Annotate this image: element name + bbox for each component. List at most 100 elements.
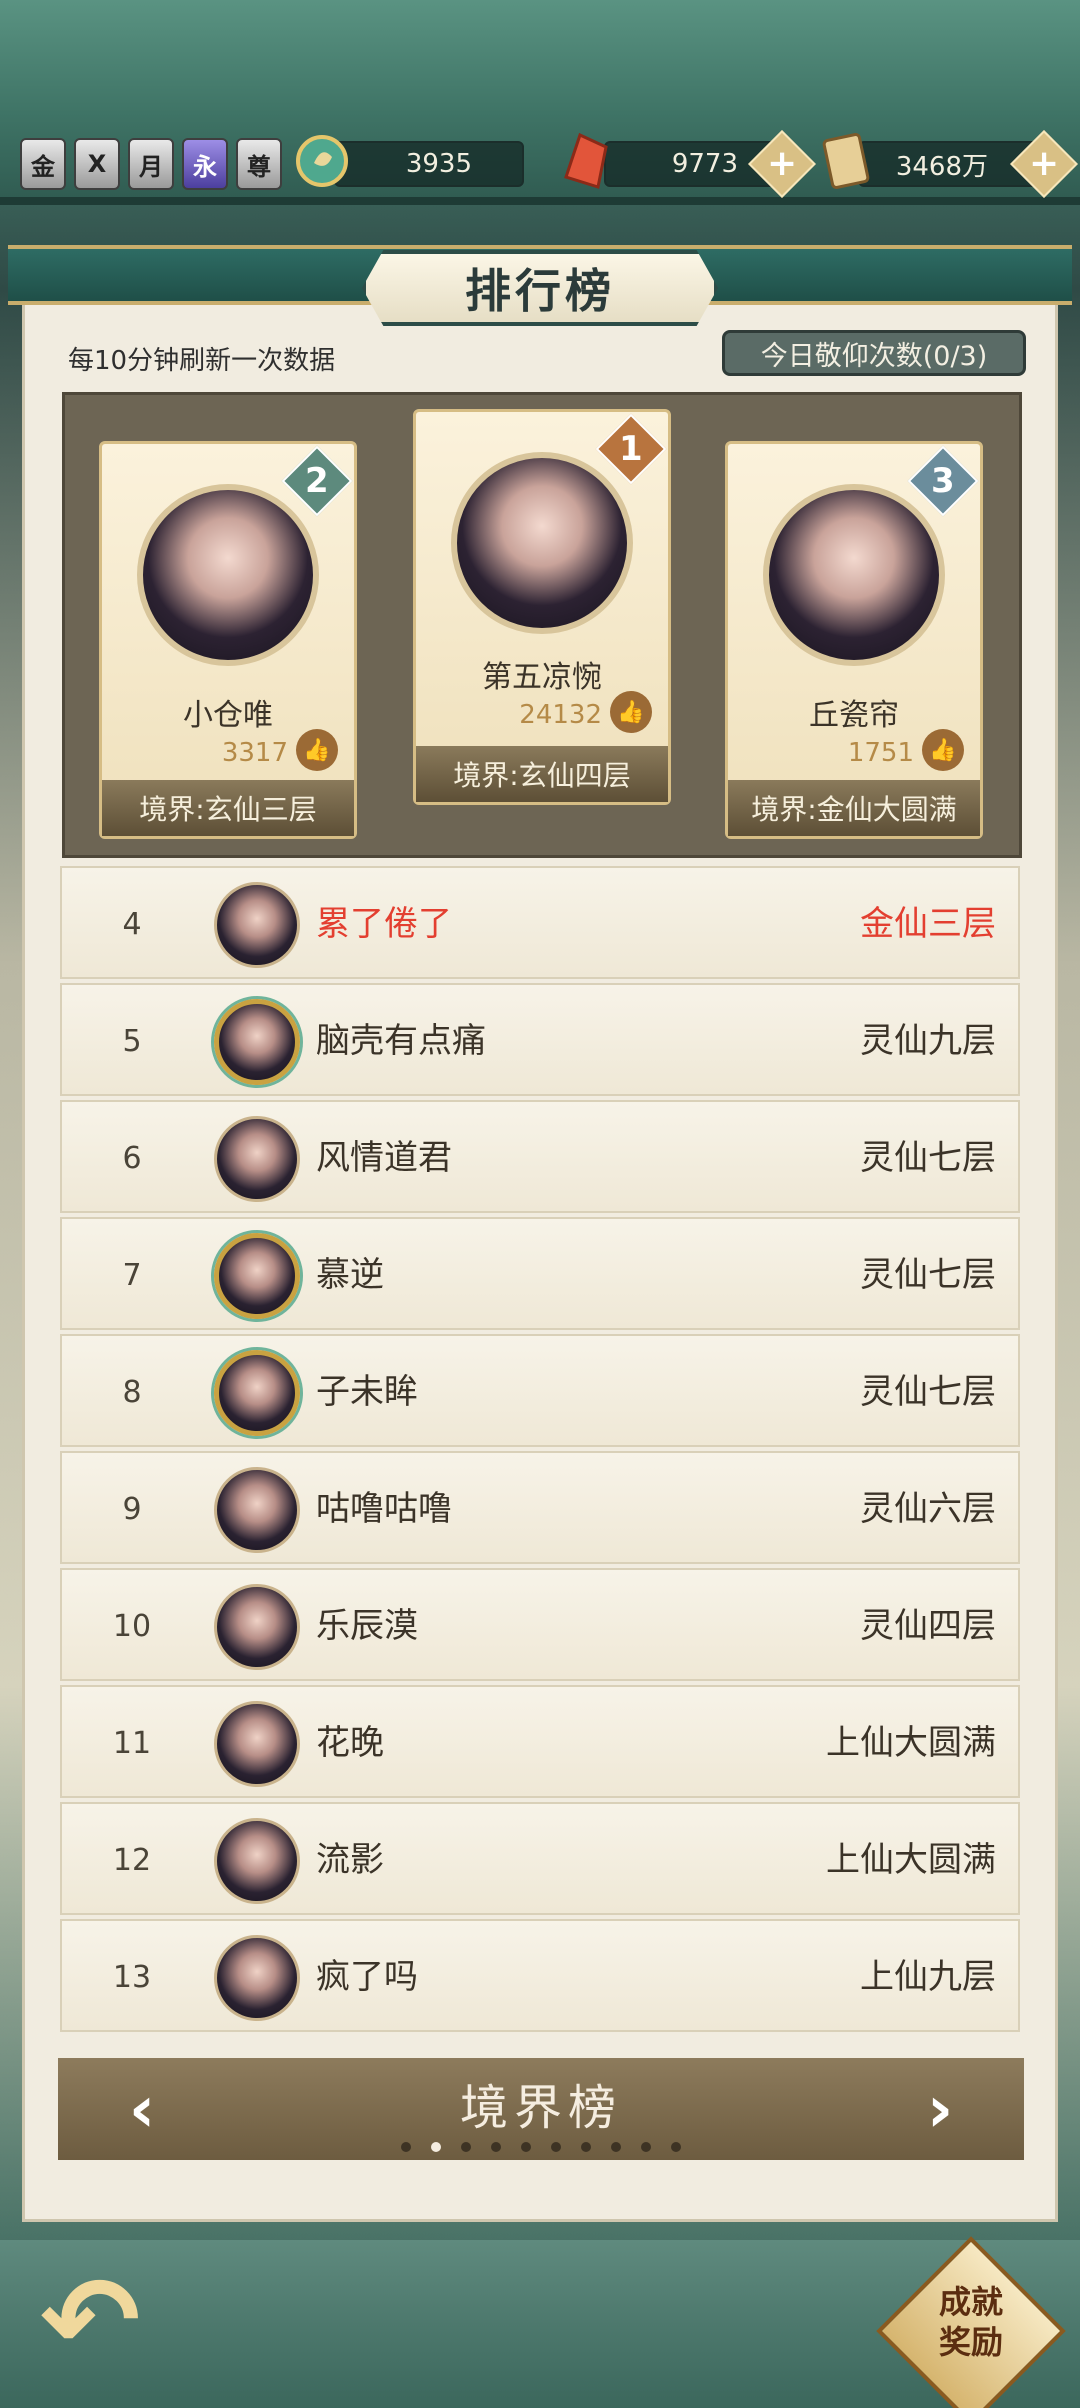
row-rank: 11 — [112, 1726, 152, 1761]
avatar — [137, 484, 319, 666]
row-rank: 9 — [122, 1492, 142, 1527]
row-realm: 灵仙六层 — [860, 1489, 996, 1529]
ranking-row[interactable]: 11 花晚 上仙大圆满 — [60, 1685, 1020, 1798]
jade-icon — [292, 128, 352, 194]
page-dot — [641, 2142, 651, 2152]
avatar — [214, 882, 300, 968]
row-rank: 13 — [112, 1960, 152, 1995]
row-rank: 4 — [122, 907, 142, 942]
row-realm: 灵仙九层 — [860, 1021, 996, 1061]
title-plate: 排行榜 — [362, 250, 718, 326]
avatar — [214, 1935, 300, 2021]
ranking-row[interactable]: 12 流影 上仙大圆满 — [60, 1802, 1020, 1915]
page-dot — [671, 2142, 681, 2152]
row-player-name: 流影 — [316, 1840, 384, 1880]
achievement-reward-label: 成就 奖励 — [938, 2283, 1003, 2361]
avatar — [214, 1584, 300, 1670]
refresh-note: 每10分钟刷新一次数据 — [68, 346, 336, 376]
row-player-name: 累了倦了 — [316, 904, 452, 944]
player-realm: 境界:玄仙三层 — [102, 780, 354, 836]
like-count: 1751 — [847, 738, 914, 768]
page-dot — [611, 2142, 621, 2152]
row-realm: 灵仙四层 — [860, 1606, 996, 1646]
row-realm: 金仙三层 — [860, 904, 996, 944]
podium-card-1[interactable]: 1 第五凉惋 24132 👍 境界:玄仙四层 — [413, 409, 671, 805]
avatar — [214, 1467, 300, 1553]
thumbs-up-icon[interactable]: 👍 — [296, 729, 338, 771]
ranking-row[interactable]: 13 疯了吗 上仙九层 — [60, 1919, 1020, 2032]
row-realm: 上仙大圆满 — [826, 1723, 996, 1763]
row-rank: 7 — [122, 1258, 142, 1293]
page-dot — [581, 2142, 591, 2152]
row-rank: 6 — [122, 1141, 142, 1176]
worship-count-button[interactable]: 今日敬仰次数(0/3) — [722, 330, 1026, 376]
row-realm: 灵仙七层 — [860, 1372, 996, 1412]
player-name: 小仓唯 — [183, 698, 273, 733]
row-realm: 上仙大圆满 — [826, 1840, 996, 1880]
row-player-name: 脑壳有点痛 — [316, 1021, 486, 1061]
badge-gold[interactable]: 金 — [20, 138, 66, 190]
page-dot — [431, 2142, 441, 2152]
badge-eternal[interactable]: 永 — [182, 138, 228, 190]
avatar — [214, 1818, 300, 1904]
row-player-name: 子未眸 — [316, 1372, 418, 1412]
podium-card-3[interactable]: 3 丘瓷帘 1751 👍 境界:金仙大圆满 — [725, 441, 983, 839]
avatar — [451, 452, 633, 634]
avatar — [214, 1116, 300, 1202]
avatar — [763, 484, 945, 666]
podium-card-2[interactable]: 2 小仓唯 3317 👍 境界:玄仙三层 — [99, 441, 357, 839]
thumbs-up-icon[interactable]: 👍 — [610, 691, 652, 733]
row-rank: 12 — [112, 1843, 152, 1878]
next-arrow-icon[interactable]: › — [910, 2078, 970, 2142]
ranking-row[interactable]: 7 慕逆 灵仙七层 — [60, 1217, 1020, 1330]
rank-1-badge: 1 — [595, 413, 667, 485]
ranking-row[interactable]: 6 风情道君 灵仙七层 — [60, 1100, 1020, 1213]
category-title: 境界榜 — [459, 2080, 622, 2136]
thumbs-up-icon[interactable]: 👍 — [922, 729, 964, 771]
row-player-name: 咕噜咕噜 — [316, 1489, 452, 1529]
top-three-podium: 2 小仓唯 3317 👍 境界:玄仙三层 1 第五凉惋 24132 👍 境界:玄… — [62, 392, 1022, 858]
row-rank: 5 — [122, 1024, 142, 1059]
ranking-row[interactable]: 8 子未眸 灵仙七层 — [60, 1334, 1020, 1447]
avatar — [214, 999, 300, 1085]
back-arrow-icon[interactable]: ↶ — [40, 2262, 240, 2382]
avatar — [214, 1350, 300, 1436]
page-dot — [551, 2142, 561, 2152]
ranking-row[interactable]: 5 脑壳有点痛 灵仙九层 — [60, 983, 1020, 1096]
row-realm: 灵仙七层 — [860, 1138, 996, 1178]
jade-amount: 3935 — [334, 141, 524, 187]
page-indicator — [58, 2142, 1024, 2152]
page-dot — [521, 2142, 531, 2152]
category-switcher: ‹ 境界榜 › — [58, 2058, 1024, 2160]
ranking-row[interactable]: 10 乐辰漠 灵仙四层 — [60, 1568, 1020, 1681]
row-realm: 灵仙七层 — [860, 1255, 996, 1295]
row-realm: 上仙九层 — [860, 1957, 996, 1997]
player-realm: 境界:金仙大圆满 — [728, 780, 980, 836]
crystal-icon — [556, 128, 616, 194]
row-rank: 10 — [112, 1609, 152, 1644]
ranking-row[interactable]: 4 累了倦了 金仙三层 — [60, 866, 1020, 979]
page-dot — [491, 2142, 501, 2152]
like-count: 3317 — [221, 738, 288, 768]
row-player-name: 慕逆 — [316, 1255, 384, 1295]
row-player-name: 疯了吗 — [316, 1957, 418, 1997]
player-name: 丘瓷帘 — [809, 698, 899, 733]
row-player-name: 风情道君 — [316, 1138, 452, 1178]
badge-moon[interactable]: 月 — [128, 138, 174, 190]
badge-supreme[interactable]: 尊 — [236, 138, 282, 190]
avatar — [214, 1233, 300, 1319]
row-player-name: 花晚 — [316, 1723, 384, 1763]
page-dot — [401, 2142, 411, 2152]
player-name: 第五凉惋 — [482, 660, 602, 695]
page-title: 排行榜 — [465, 264, 615, 318]
player-realm: 境界:玄仙四层 — [416, 746, 668, 802]
page-dot — [461, 2142, 471, 2152]
row-rank: 8 — [122, 1375, 142, 1410]
badge-x[interactable]: X — [74, 138, 120, 190]
ranking-row[interactable]: 9 咕噜咕噜 灵仙六层 — [60, 1451, 1020, 1564]
rank-2-badge: 2 — [281, 445, 353, 517]
like-count: 24132 — [519, 700, 602, 730]
ranking-list[interactable]: 4 累了倦了 金仙三层 5 脑壳有点痛 灵仙九层 6 风情道君 灵仙七层 7 慕… — [60, 866, 1020, 2036]
title-badges: 金 X 月 永 尊 — [20, 138, 282, 190]
rank-3-badge: 3 — [907, 445, 979, 517]
